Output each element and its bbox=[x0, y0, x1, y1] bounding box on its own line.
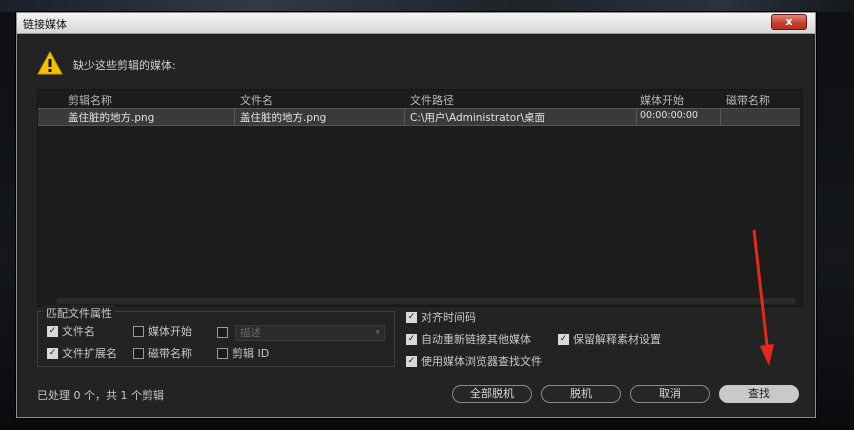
match-clip-id-checkbox[interactable]: 剪辑 ID bbox=[217, 345, 269, 361]
chevron-down-icon: ▾ bbox=[375, 328, 380, 338]
status-text: 已处理 0 个，共 1 个剪辑 bbox=[37, 389, 164, 402]
use-media-browser-checkbox[interactable]: ✓ 使用媒体浏览器查找文件 bbox=[406, 353, 542, 369]
table-header: 剪辑名称 文件名 文件路径 媒体开始 磁带名称 bbox=[38, 90, 802, 108]
checkbox-label: 文件扩展名 bbox=[62, 347, 117, 360]
title-bar: 链接媒体 x bbox=[17, 13, 815, 34]
checkbox-box[interactable] bbox=[133, 325, 144, 337]
checkbox-box[interactable]: ✓ bbox=[47, 347, 58, 359]
checkbox-box[interactable] bbox=[133, 347, 144, 359]
column-media-start[interactable]: 媒体开始 bbox=[640, 92, 684, 108]
cell-file-name: 盖住脏的地方.png bbox=[240, 112, 327, 124]
checkbox-label: 使用媒体浏览器查找文件 bbox=[421, 355, 542, 368]
close-button[interactable]: x bbox=[771, 14, 807, 30]
column-tape-name[interactable]: 磁带名称 bbox=[726, 92, 770, 108]
checkbox-label: 对齐时间码 bbox=[421, 311, 476, 324]
column-clip-name[interactable]: 剪辑名称 bbox=[68, 92, 112, 108]
cell-divider bbox=[636, 109, 637, 125]
auto-relink-checkbox[interactable]: ✓ 自动重新链接其他媒体 bbox=[406, 331, 531, 347]
cell-divider bbox=[404, 109, 405, 125]
column-file-path[interactable]: 文件路径 bbox=[410, 92, 454, 108]
offline-button[interactable]: 脱机 bbox=[541, 385, 621, 403]
checkbox-box[interactable] bbox=[217, 347, 228, 359]
checkbox-label: 文件名 bbox=[62, 325, 95, 338]
checkbox-box[interactable]: ✓ bbox=[47, 325, 58, 337]
checkbox-box[interactable] bbox=[217, 327, 228, 338]
table-row[interactable]: 盖住脏的地方.png 盖住脏的地方.png C:\用户\Administrato… bbox=[38, 108, 800, 126]
match-extension-checkbox[interactable]: ✓ 文件扩展名 bbox=[47, 345, 117, 361]
description-select-value: 描述 bbox=[240, 327, 261, 339]
cell-clip-name: 盖住脏的地方.png bbox=[68, 112, 155, 124]
offline-all-button[interactable]: 全部脱机 bbox=[452, 385, 532, 403]
window-title: 链接媒体 bbox=[23, 18, 67, 31]
close-icon[interactable]: x bbox=[785, 15, 792, 28]
match-tape-name-checkbox[interactable]: 磁带名称 bbox=[133, 345, 192, 361]
checkbox-box[interactable]: ✓ bbox=[406, 333, 417, 345]
checkbox-label: 剪辑 ID bbox=[232, 347, 270, 360]
cell-file-path: C:\用户\Administrator\桌面 bbox=[410, 112, 546, 124]
link-media-dialog: 链接媒体 x 缺少这些剪辑的媒体: 剪辑名称 文件名 文件路径 媒体开始 磁带名… bbox=[16, 12, 816, 418]
cancel-button[interactable]: 取消 bbox=[630, 385, 710, 403]
description-select: 描述 ▾ bbox=[235, 325, 385, 341]
desktop-background bbox=[0, 0, 854, 12]
match-properties-legend: 匹配文件属性 bbox=[43, 305, 115, 321]
cell-divider bbox=[720, 109, 721, 125]
checkbox-box[interactable]: ✓ bbox=[558, 333, 569, 345]
locate-button[interactable]: 查找 bbox=[719, 385, 799, 403]
missing-media-message: 缺少这些剪辑的媒体: bbox=[73, 59, 176, 72]
checkbox-box[interactable]: ✓ bbox=[406, 311, 417, 323]
checkbox-label: 媒体开始 bbox=[148, 325, 192, 338]
cell-divider bbox=[234, 109, 235, 125]
clip-table[interactable]: 剪辑名称 文件名 文件路径 媒体开始 磁带名称 盖住脏的地方.png 盖住脏的地… bbox=[37, 89, 803, 307]
checkbox-label: 磁带名称 bbox=[148, 347, 192, 360]
match-description-checkbox[interactable] bbox=[217, 327, 228, 338]
match-media-start-checkbox[interactable]: 媒体开始 bbox=[133, 323, 192, 339]
cell-media-start: 00:00:00:00 bbox=[640, 110, 698, 121]
match-filename-checkbox[interactable]: ✓ 文件名 bbox=[47, 323, 95, 339]
column-file-name[interactable]: 文件名 bbox=[240, 92, 273, 108]
warning-icon bbox=[37, 51, 63, 75]
checkbox-label: 自动重新链接其他媒体 bbox=[421, 333, 531, 346]
checkbox-label: 保留解释素材设置 bbox=[573, 333, 661, 346]
checkbox-box[interactable]: ✓ bbox=[406, 355, 417, 367]
preserve-interpret-checkbox[interactable]: ✓ 保留解释素材设置 bbox=[558, 331, 661, 347]
horizontal-scrollbar[interactable] bbox=[56, 298, 796, 304]
align-timecode-checkbox[interactable]: ✓ 对齐时间码 bbox=[406, 309, 476, 325]
